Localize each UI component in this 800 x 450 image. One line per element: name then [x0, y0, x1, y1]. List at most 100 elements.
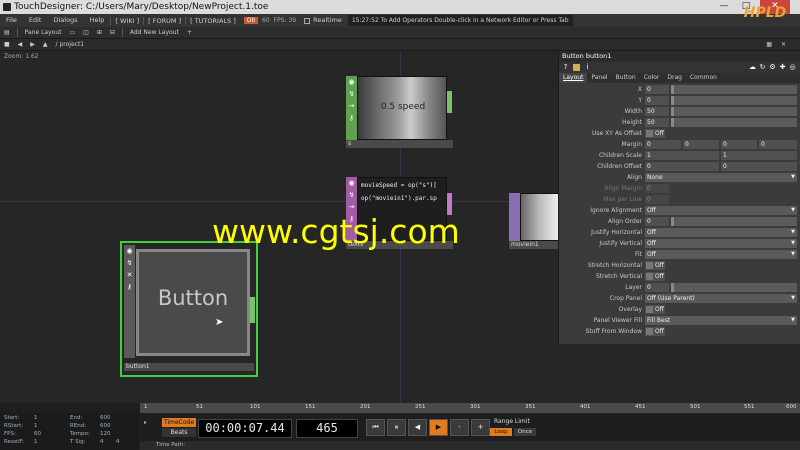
settings-icon[interactable]: ⚙ — [769, 64, 776, 71]
grid-toggle-icon[interactable]: ▦ — [762, 41, 776, 48]
start-value[interactable]: 1 — [34, 415, 38, 421]
layout-3-icon[interactable]: ⊞ — [93, 29, 106, 36]
layout-1-icon[interactable]: ▭ — [66, 29, 80, 36]
speed-chop-node[interactable]: ◉ ↯ → ⚷ 0.5 speed s — [346, 76, 453, 148]
button-comp-node[interactable]: ◉ ↯ ✕ ⚷ Button ➤ button1 — [120, 241, 258, 377]
x-field[interactable]: 0 — [645, 85, 669, 94]
tsig-a-value[interactable]: 4 — [100, 439, 104, 445]
layout-4-icon[interactable]: ⊟ — [106, 29, 119, 36]
fps-value[interactable]: 60 — [34, 431, 41, 437]
speed-node-name[interactable]: s — [346, 140, 453, 148]
forum-link[interactable]: [ FORUM ] — [143, 16, 185, 25]
children-offset-x-field[interactable]: 0 — [645, 162, 719, 171]
time-path-field[interactable]: Time Path: — [140, 441, 800, 450]
end-value[interactable]: 600 — [100, 415, 111, 421]
align-order-field[interactable]: 0 — [645, 217, 669, 226]
panel-viewer-fill-menu[interactable]: Fill Best ▼ — [645, 316, 797, 325]
chop-output-connector[interactable] — [447, 91, 452, 113]
y-field[interactable]: 0 — [645, 96, 669, 105]
align-margin-field[interactable]: 0 — [645, 184, 669, 193]
fit-menu[interactable]: Off ▼ — [645, 250, 797, 259]
menu-file[interactable]: File — [0, 14, 23, 27]
y-slider[interactable] — [671, 96, 797, 105]
justify-horizontal-menu[interactable]: Off ▼ — [645, 228, 797, 237]
pane-close-icon[interactable]: ✕ — [777, 41, 790, 48]
children-offset-y-field[interactable]: 0 — [721, 162, 797, 171]
rend-value[interactable]: 600 — [100, 423, 111, 429]
add-icon[interactable]: ✚ — [779, 64, 786, 71]
menu-help[interactable]: Help — [84, 14, 111, 27]
refresh-icon[interactable]: ↻ — [759, 64, 766, 71]
margin-right-field[interactable]: 0 — [683, 140, 719, 149]
max-per-line-field[interactable]: 0 — [645, 195, 669, 204]
target-icon[interactable]: ◎ — [789, 64, 796, 71]
children-scale-y-field[interactable]: 1 — [721, 151, 797, 160]
pause-button[interactable]: ⏸ — [387, 419, 406, 436]
use-xy-offset-toggle[interactable]: Off — [645, 129, 665, 138]
step-back-button[interactable]: ◀ — [408, 419, 427, 436]
delete-x-icon[interactable]: ✕ — [124, 269, 135, 281]
bypass-icon[interactable]: ↯ — [346, 88, 357, 100]
ignore-alignment-menu[interactable]: Off ▼ — [645, 206, 797, 215]
tab-button[interactable]: Button — [612, 73, 640, 83]
forward-arrow-icon[interactable]: ▶ — [26, 41, 39, 48]
tsig-b-value[interactable]: 4 — [116, 439, 120, 445]
resetf-value[interactable]: 1 — [34, 439, 38, 445]
comment-icon[interactable]: ☁ — [749, 64, 756, 71]
cook-icon[interactable]: → — [346, 100, 357, 112]
button-node-viewer[interactable]: Button ➤ — [136, 249, 250, 356]
network-menu-icon[interactable]: ■ — [0, 41, 14, 48]
moviein-top-node[interactable]: moviein1 — [509, 193, 559, 249]
crop-panel-menu[interactable]: Off (Use Parent) ▼ — [645, 294, 797, 303]
wiki-link[interactable]: [ WIKI ] — [110, 16, 143, 25]
tab-panel[interactable]: Panel — [587, 73, 611, 83]
viewer-toggle-icon[interactable]: ◉ — [124, 245, 135, 257]
step-minus-button[interactable]: - — [450, 419, 469, 436]
justify-vertical-menu[interactable]: Off ▼ — [645, 239, 797, 248]
tab-color[interactable]: Color — [640, 73, 664, 83]
margin-top-field[interactable]: 0 — [759, 140, 797, 149]
moviein-node-name[interactable]: moviein1 — [509, 241, 559, 249]
tempo-value[interactable]: 120 — [100, 431, 111, 437]
lock-icon[interactable]: ⚷ — [124, 281, 135, 293]
overlay-toggle[interactable]: Off — [645, 305, 665, 314]
margin-bottom-field[interactable]: 0 — [721, 140, 757, 149]
height-slider[interactable] — [671, 118, 797, 127]
python-icon[interactable] — [573, 64, 580, 71]
rewind-button[interactable]: ⏮ — [366, 419, 385, 436]
stuff-from-window-toggle[interactable]: Off — [645, 327, 665, 336]
loop-button[interactable]: Loop — [490, 428, 512, 436]
play-button[interactable]: ▶ — [429, 419, 448, 436]
add-new-layout-button[interactable]: Add New Layout — [126, 29, 183, 36]
width-slider[interactable] — [671, 107, 797, 116]
menu-edit[interactable]: Edit — [23, 14, 48, 27]
minimize-button[interactable]: — — [714, 0, 734, 14]
step-plus-button[interactable]: + — [471, 419, 490, 436]
lock-icon[interactable]: ⚷ — [346, 112, 357, 124]
frame-display[interactable]: 465 — [296, 419, 358, 438]
stretch-vertical-toggle[interactable]: Off — [645, 272, 665, 281]
timeline-ruler[interactable]: 1 51 101 151 201 251 301 351 401 451 501… — [140, 403, 800, 413]
layout-2-icon[interactable]: ◫ — [79, 29, 93, 36]
layer-field[interactable]: 0 — [645, 283, 669, 292]
bypass-icon[interactable]: ↯ — [346, 189, 357, 201]
stretch-horizontal-toggle[interactable]: Off — [645, 261, 665, 270]
tutorials-link[interactable]: [ TUTORIALS ] — [185, 16, 240, 25]
rstart-value[interactable]: 1 — [34, 423, 38, 429]
bypass-icon[interactable]: ↯ — [124, 257, 135, 269]
help-icon[interactable]: ? — [562, 64, 569, 71]
timeline-menu-icon[interactable]: ▸ — [144, 419, 147, 426]
network-path[interactable]: / project1 — [52, 41, 89, 48]
height-field[interactable]: 50 — [645, 118, 669, 127]
width-field[interactable]: 50 — [645, 107, 669, 116]
timecode-display[interactable]: 00:00:07.44 — [198, 419, 292, 438]
children-scale-x-field[interactable]: 1 — [645, 151, 719, 160]
viewer-toggle-icon[interactable]: ◉ — [346, 177, 357, 189]
pane-menu-icon[interactable]: ▤ — [0, 29, 14, 36]
margin-left-field[interactable]: 0 — [645, 140, 681, 149]
error-badge[interactable]: OII — [243, 17, 259, 24]
back-arrow-icon[interactable]: ◀ — [14, 41, 27, 48]
x-slider[interactable] — [671, 85, 797, 94]
tab-layout[interactable]: Layout — [559, 73, 588, 83]
realtime-checkbox[interactable] — [304, 17, 311, 24]
